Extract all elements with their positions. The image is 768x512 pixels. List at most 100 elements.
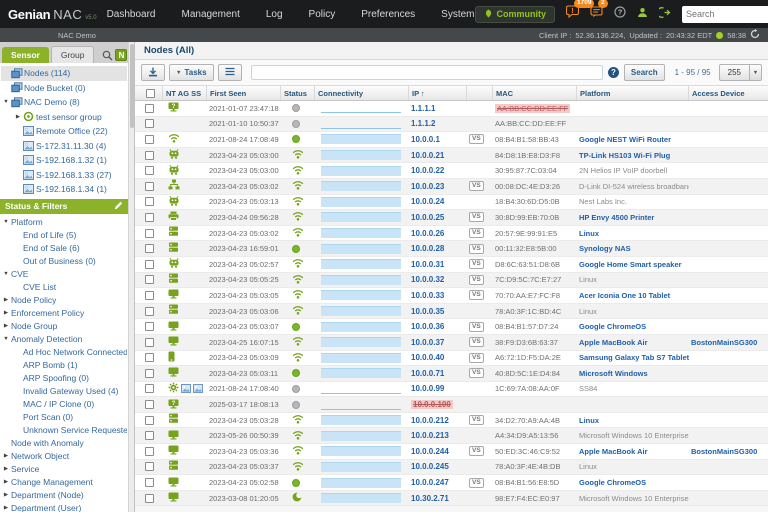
messages-button[interactable]: 2 <box>590 5 603 23</box>
row-checkbox[interactable] <box>145 447 154 456</box>
row-checkbox[interactable] <box>145 166 154 175</box>
platform-value[interactable]: Google NEST WiFi Router <box>579 135 671 144</box>
nav-dashboard[interactable]: Dashboard <box>107 9 156 20</box>
platform-value[interactable]: Google ChromeOS <box>579 478 646 487</box>
caret-right-icon[interactable]: ▶ <box>13 114 23 120</box>
column-header-platform[interactable]: Platform <box>577 86 689 100</box>
vs-badge[interactable]: VS <box>469 415 484 425</box>
row-checkbox[interactable] <box>145 291 154 300</box>
row-checkbox[interactable] <box>145 260 154 269</box>
tree-item[interactable]: S-192.168.1.34 (1) <box>1 182 127 197</box>
row-checkbox[interactable] <box>145 322 154 331</box>
column-header-mac[interactable]: MAC <box>493 86 577 100</box>
logout-button[interactable] <box>659 5 671 23</box>
filter-item[interactable]: Out of Business (0) <box>1 255 127 268</box>
row-checkbox[interactable] <box>145 400 154 409</box>
column-header-access[interactable]: Access Device <box>689 86 768 100</box>
nav-management[interactable]: Management <box>181 9 239 20</box>
ip-link[interactable]: 10.0.0.247 <box>411 478 449 487</box>
platform-value[interactable]: Acer Iconia One 10 Tablet <box>579 291 670 300</box>
nav-log[interactable]: Log <box>266 9 283 20</box>
vs-badge[interactable]: VS <box>469 446 484 456</box>
ip-link[interactable]: 10.0.0.40 <box>411 353 444 362</box>
ip-link[interactable]: 1.1.1.1 <box>411 104 435 113</box>
platform-value[interactable]: Google Home Smart speaker <box>579 260 682 269</box>
vs-badge[interactable]: VS <box>469 337 484 347</box>
ip-link[interactable]: 10.0.0.31 <box>411 260 444 269</box>
column-header-ip[interactable]: IP ↑ <box>409 86 467 100</box>
row-checkbox[interactable] <box>145 369 154 378</box>
vs-badge[interactable]: VS <box>469 478 484 488</box>
vs-badge[interactable]: VS <box>469 275 484 285</box>
caret-right-icon[interactable]: ▶ <box>1 466 11 472</box>
filter-item[interactable]: Port Scan (0) <box>1 411 127 424</box>
search-button[interactable]: Search <box>624 64 665 81</box>
column-header-sel[interactable] <box>135 86 163 100</box>
ip-link[interactable]: 10.0.0.244 <box>411 447 449 456</box>
ip-link[interactable]: 10.0.0.28 <box>411 244 444 253</box>
filter-item[interactable]: MAC / IP Clone (0) <box>1 398 127 411</box>
search-help-icon[interactable]: ? <box>608 67 619 78</box>
row-checkbox[interactable] <box>145 119 154 128</box>
row-checkbox[interactable] <box>145 338 154 347</box>
vs-badge[interactable]: VS <box>469 368 484 378</box>
access-device-link[interactable]: BostonMainSG300 <box>691 447 757 456</box>
row-checkbox[interactable] <box>145 104 154 113</box>
column-header-conn[interactable]: Connectivity <box>315 86 409 100</box>
ip-link[interactable]: 10.0.0.23 <box>411 182 444 191</box>
ip-link[interactable]: 10.0.0.245 <box>411 462 449 471</box>
view-options-button[interactable] <box>218 64 242 81</box>
edit-filters-icon[interactable] <box>114 201 123 212</box>
filter-item[interactable]: ARP Bomb (1) <box>1 359 127 372</box>
row-checkbox[interactable] <box>145 462 154 471</box>
ip-link[interactable]: 10.0.0.21 <box>411 151 444 160</box>
ip-link[interactable]: 10.0.0.212 <box>411 416 449 425</box>
vs-badge[interactable]: VS <box>469 134 484 144</box>
filter-item[interactable]: Ad Hoc Network Connected (6) <box>1 346 127 359</box>
row-checkbox[interactable] <box>145 431 154 440</box>
platform-value[interactable]: TP-Link HS103 Wi-Fi Plug <box>579 151 670 160</box>
row-checkbox[interactable] <box>145 244 154 253</box>
platform-value[interactable]: Linux <box>579 229 599 238</box>
column-header-vs[interactable] <box>467 86 493 100</box>
caret-down-icon[interactable]: ▼ <box>1 271 11 277</box>
platform-value[interactable]: Linux <box>579 416 599 425</box>
platform-value[interactable]: Apple MacBook Air <box>579 338 647 347</box>
ip-link[interactable]: 10.0.0.33 <box>411 291 444 300</box>
filter-item[interactable]: ▶Network Object <box>1 450 127 463</box>
filter-item[interactable]: ARP Spoofing (0) <box>1 372 127 385</box>
ip-link[interactable]: 10.0.0.213 <box>411 431 449 440</box>
ip-link[interactable]: 10.0.0.24 <box>411 197 444 206</box>
caret-right-icon[interactable]: ▶ <box>1 492 11 498</box>
ip-link[interactable]: 10.0.0.37 <box>411 338 444 347</box>
vs-badge[interactable]: VS <box>469 322 484 332</box>
ip-link[interactable]: 10.0.0.26 <box>411 229 444 238</box>
ip-link[interactable]: 10.0.0.1 <box>411 135 440 144</box>
row-checkbox[interactable] <box>145 494 154 503</box>
tree-item[interactable]: S-192.168.1.33 (27) <box>1 168 127 183</box>
nav-policy[interactable]: Policy <box>309 9 336 20</box>
column-header-icons[interactable]: NT AG SS <box>163 86 207 100</box>
filter-item[interactable]: ▶Change Management <box>1 476 127 489</box>
row-checkbox[interactable] <box>145 229 154 238</box>
tree-item[interactable]: S-192.168.1.32 (1) <box>1 153 127 168</box>
filter-item[interactable]: End of Sale (6) <box>1 242 127 255</box>
ip-link[interactable]: 10.0.0.100 <box>411 400 453 409</box>
filter-item[interactable]: Unknown Service Requested (0) <box>1 424 127 437</box>
nav-preferences[interactable]: Preferences <box>361 9 415 20</box>
row-checkbox[interactable] <box>145 213 154 222</box>
caret-right-icon[interactable]: ▶ <box>1 323 11 329</box>
filter-item[interactable]: ▶Service <box>1 463 127 476</box>
caret-right-icon[interactable]: ▶ <box>1 310 11 316</box>
vs-badge[interactable]: VS <box>469 290 484 300</box>
tree-item[interactable]: S-172.31.11.30 (4) <box>1 139 127 154</box>
app-logo[interactable]: GenianNACv5.0 <box>8 7 97 22</box>
community-button[interactable]: Community <box>475 6 556 23</box>
vs-badge[interactable]: VS <box>469 228 484 238</box>
ip-link[interactable]: 10.0.0.25 <box>411 213 444 222</box>
caret-down-icon[interactable]: ▼ <box>1 99 11 105</box>
sidebar-scrollbar-thumb[interactable] <box>130 44 134 128</box>
filter-item[interactable]: ▶Node Group <box>1 320 127 333</box>
filter-item[interactable]: ▼CVE <box>1 268 127 281</box>
tree-item[interactable]: ▶test sensor group <box>1 110 127 125</box>
